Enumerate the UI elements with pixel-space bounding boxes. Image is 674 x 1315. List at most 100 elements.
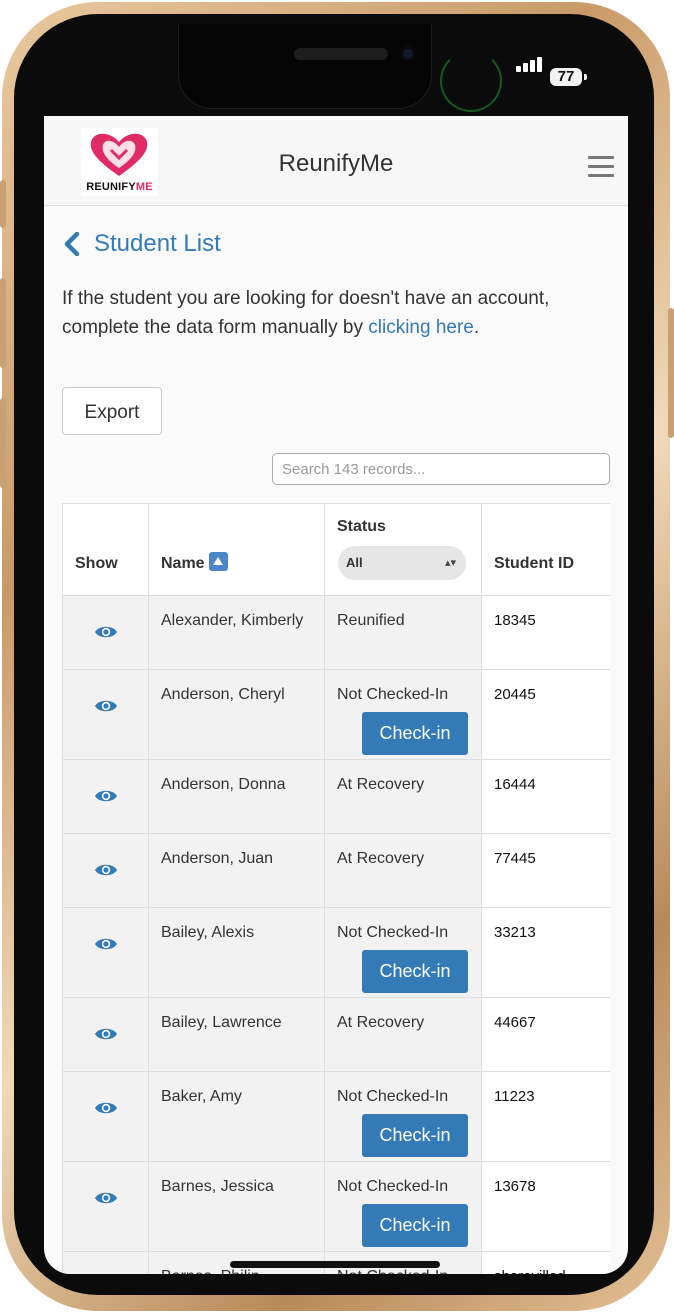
student-id: sharevilled bbox=[494, 1268, 566, 1274]
status-cell: At Recovery bbox=[324, 759, 482, 834]
table-header-row: Show Name Status All ▴▾ Student ID bbox=[62, 503, 610, 596]
show-cell bbox=[62, 595, 149, 670]
eye-icon[interactable] bbox=[94, 698, 118, 714]
student-name: Bailey, Alexis bbox=[161, 924, 255, 941]
status-filter-select[interactable]: All ▴▾ bbox=[338, 546, 466, 580]
student-status: Not Checked-In bbox=[337, 1268, 448, 1274]
student-id: 77445 bbox=[494, 850, 536, 867]
show-cell bbox=[62, 907, 149, 998]
eye-icon[interactable] bbox=[94, 1026, 118, 1042]
check-in-button[interactable]: Check-in bbox=[362, 1204, 468, 1247]
student-table: Show Name Status All ▴▾ Student ID Alexa… bbox=[62, 503, 610, 1274]
app-header: REUNIFYME ReunifyMe bbox=[44, 116, 628, 206]
show-cell bbox=[62, 1251, 149, 1274]
show-cell bbox=[62, 997, 149, 1072]
volume-down-button bbox=[0, 398, 6, 488]
check-in-button[interactable]: Check-in bbox=[362, 1114, 468, 1157]
activity-ring-icon bbox=[440, 50, 502, 112]
status-cell: Reunified bbox=[324, 595, 482, 670]
header-show-label: Show bbox=[75, 555, 118, 572]
logo-text: REUNIFYME bbox=[81, 181, 158, 193]
table-row: Alexander, Kimberly Reunified 18345 bbox=[62, 595, 610, 670]
header-show: Show bbox=[62, 503, 149, 596]
name-cell: Barnes, Jessica bbox=[148, 1161, 325, 1252]
header-status: Status All ▴▾ bbox=[324, 503, 482, 596]
intro-paragraph: If the student you are looking for doesn… bbox=[62, 284, 610, 342]
battery-level: 77 bbox=[557, 68, 575, 85]
name-cell: Anderson, Juan bbox=[148, 833, 325, 908]
student-id-cell: 33213 bbox=[481, 907, 610, 998]
logo-text-prefix: REUNIFY bbox=[86, 181, 136, 193]
home-indicator[interactable] bbox=[230, 1261, 440, 1268]
name-cell: Alexander, Kimberly bbox=[148, 595, 325, 670]
battery-icon: 77 bbox=[550, 68, 587, 86]
student-id-cell: 20445 bbox=[481, 669, 610, 760]
eye-icon[interactable] bbox=[94, 862, 118, 878]
back-link-label: Student List bbox=[94, 230, 221, 257]
student-status: Not Checked-In bbox=[337, 924, 449, 941]
table-body: Alexander, Kimberly Reunified 18345 Anderso… bbox=[62, 595, 610, 1274]
show-cell bbox=[62, 833, 149, 908]
sort-ascending-icon[interactable] bbox=[208, 552, 228, 571]
eye-icon[interactable] bbox=[94, 788, 118, 804]
hamburger-menu-icon[interactable] bbox=[588, 156, 614, 178]
student-table-container: Show Name Status All ▴▾ Student ID Alexa… bbox=[62, 503, 610, 1274]
student-id-cell: 77445 bbox=[481, 833, 610, 908]
mute-switch bbox=[0, 180, 6, 228]
eye-icon[interactable] bbox=[94, 1100, 118, 1116]
app-screen: REUNIFYME ReunifyMe Student List If the … bbox=[44, 116, 628, 1274]
status-cell: Not Checked-In Check-in bbox=[324, 669, 482, 760]
chevron-left-icon bbox=[64, 232, 80, 256]
volume-up-button bbox=[0, 278, 6, 368]
show-cell bbox=[62, 1161, 149, 1252]
front-camera bbox=[400, 46, 416, 62]
manual-form-link[interactable]: clicking here bbox=[368, 317, 474, 338]
power-button bbox=[668, 308, 674, 438]
export-button[interactable]: Export bbox=[62, 387, 162, 435]
student-name: Barnes, Jessica bbox=[161, 1178, 274, 1195]
header-student-id: Student ID bbox=[481, 503, 610, 596]
intro-end: . bbox=[473, 317, 480, 338]
search-records-input[interactable] bbox=[272, 453, 610, 485]
student-status: Not Checked-In bbox=[337, 1178, 449, 1195]
student-id: 44667 bbox=[494, 1014, 536, 1031]
eye-icon[interactable] bbox=[94, 936, 118, 952]
student-name: Anderson, Cheryl bbox=[161, 686, 285, 703]
student-name: Barnes, Philip bbox=[161, 1268, 260, 1274]
name-cell: Bailey, Lawrence bbox=[148, 997, 325, 1072]
student-id: 11223 bbox=[494, 1088, 535, 1105]
name-cell: Baker, Amy bbox=[148, 1071, 325, 1162]
status-cell: Not Checked-In Check-in bbox=[324, 1071, 482, 1162]
student-id-cell: 16444 bbox=[481, 759, 610, 834]
student-id: 20445 bbox=[494, 686, 536, 703]
status-cell: At Recovery bbox=[324, 833, 482, 908]
student-id-cell: 44667 bbox=[481, 997, 610, 1072]
student-id-cell: sharevilled bbox=[481, 1251, 610, 1274]
student-id-cell: 11223 bbox=[481, 1071, 610, 1162]
student-id: 13678 bbox=[494, 1178, 536, 1195]
student-id: 18345 bbox=[494, 612, 536, 629]
show-cell bbox=[62, 759, 149, 834]
table-row: Bailey, Lawrence At Recovery 44667 bbox=[62, 997, 610, 1072]
status-cell: Not Checked-In Check-in bbox=[324, 1161, 482, 1252]
student-status: At Recovery bbox=[337, 850, 425, 867]
table-row: Baker, Amy Not Checked-In Check-in 11223 bbox=[62, 1071, 610, 1162]
status-filter-value: All bbox=[346, 555, 363, 570]
table-row: Anderson, Juan At Recovery 77445 bbox=[62, 833, 610, 908]
check-in-button[interactable]: Check-in bbox=[362, 950, 468, 993]
student-name: Bailey, Lawrence bbox=[161, 1014, 282, 1031]
eye-icon[interactable] bbox=[94, 624, 118, 640]
table-row: Barnes, Jessica Not Checked-In Check-in 136… bbox=[62, 1161, 610, 1252]
student-name: Anderson, Donna bbox=[161, 776, 286, 793]
header-name[interactable]: Name bbox=[148, 503, 325, 596]
student-status: Reunified bbox=[337, 612, 405, 629]
student-name: Alexander, Kimberly bbox=[161, 612, 304, 629]
student-status: At Recovery bbox=[337, 1014, 425, 1031]
check-in-button[interactable]: Check-in bbox=[362, 712, 468, 755]
eye-icon[interactable] bbox=[94, 1190, 118, 1206]
earpiece-speaker bbox=[294, 48, 388, 60]
student-name: Baker, Amy bbox=[161, 1088, 242, 1105]
header-status-label: Status bbox=[337, 518, 386, 535]
name-cell: Anderson, Donna bbox=[148, 759, 325, 834]
student-id: 33213 bbox=[494, 924, 536, 941]
